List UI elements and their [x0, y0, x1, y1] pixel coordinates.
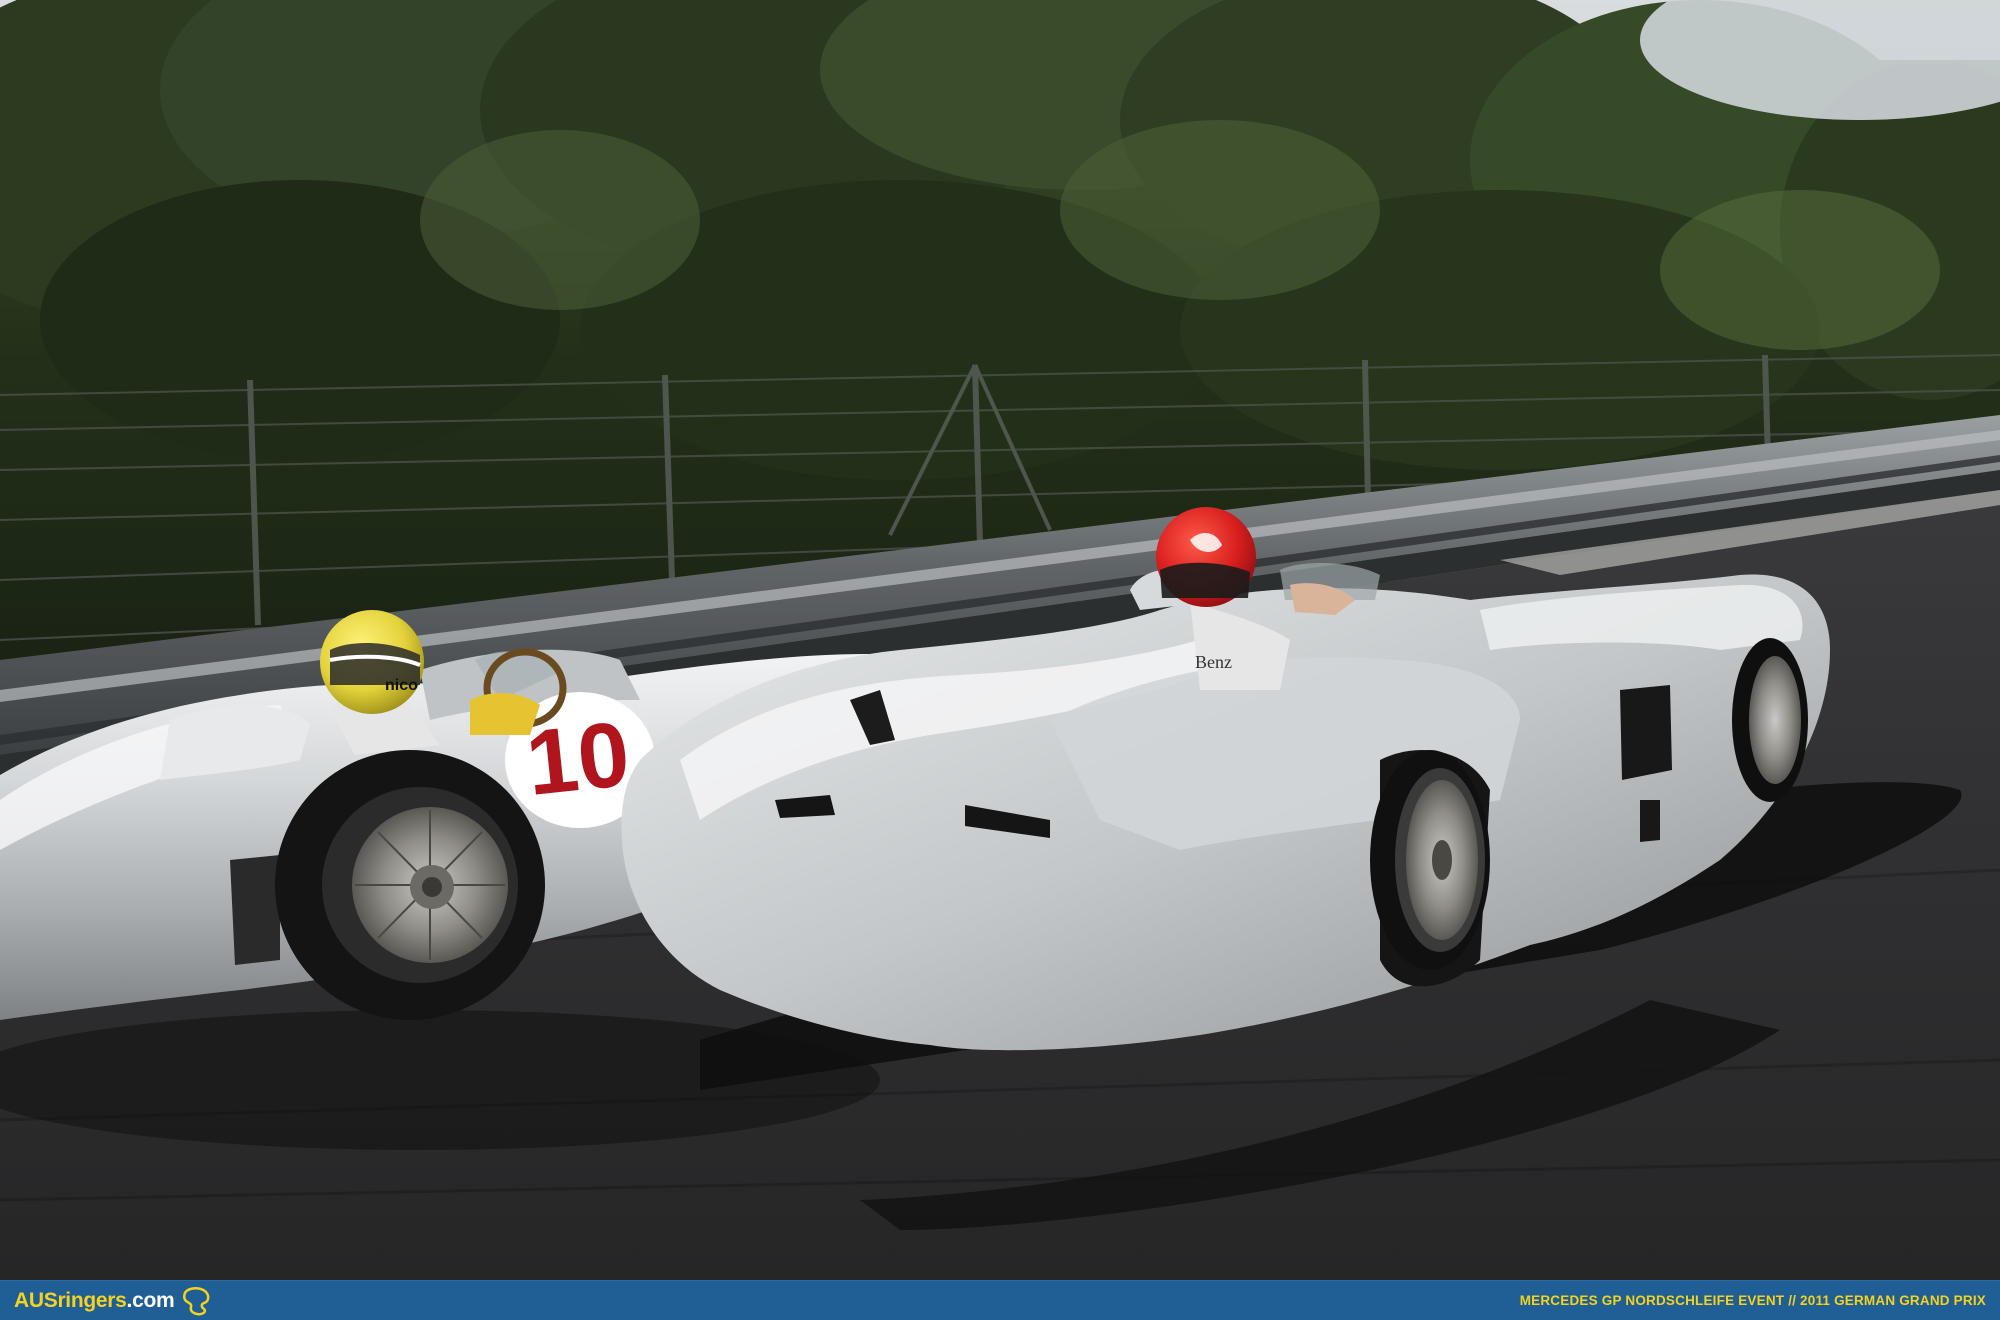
- photo-page: 10 nico Benz AUSringers.com MERCEDES GP …: [0, 0, 2000, 1320]
- nurburgring-track-icon: [183, 1286, 210, 1315]
- helmet-name-label: nico: [385, 677, 418, 694]
- brand-wordmark: AUSringers.com: [14, 1281, 175, 1320]
- livery-text: Benz: [1195, 652, 1232, 672]
- brand-wordmark-part2: .com: [126, 1288, 175, 1312]
- footer-bar: AUSringers.com MERCEDES GP NORDSCHLEIFE …: [0, 1280, 2000, 1320]
- brand-link[interactable]: AUSringers.com: [14, 1281, 214, 1320]
- photo-caption: MERCEDES GP NORDSCHLEIFE EVENT // 2011 G…: [1519, 1292, 1986, 1308]
- brand-wordmark-part1: AUSringers: [14, 1288, 127, 1312]
- race-photo: 10 nico Benz: [0, 0, 2000, 1280]
